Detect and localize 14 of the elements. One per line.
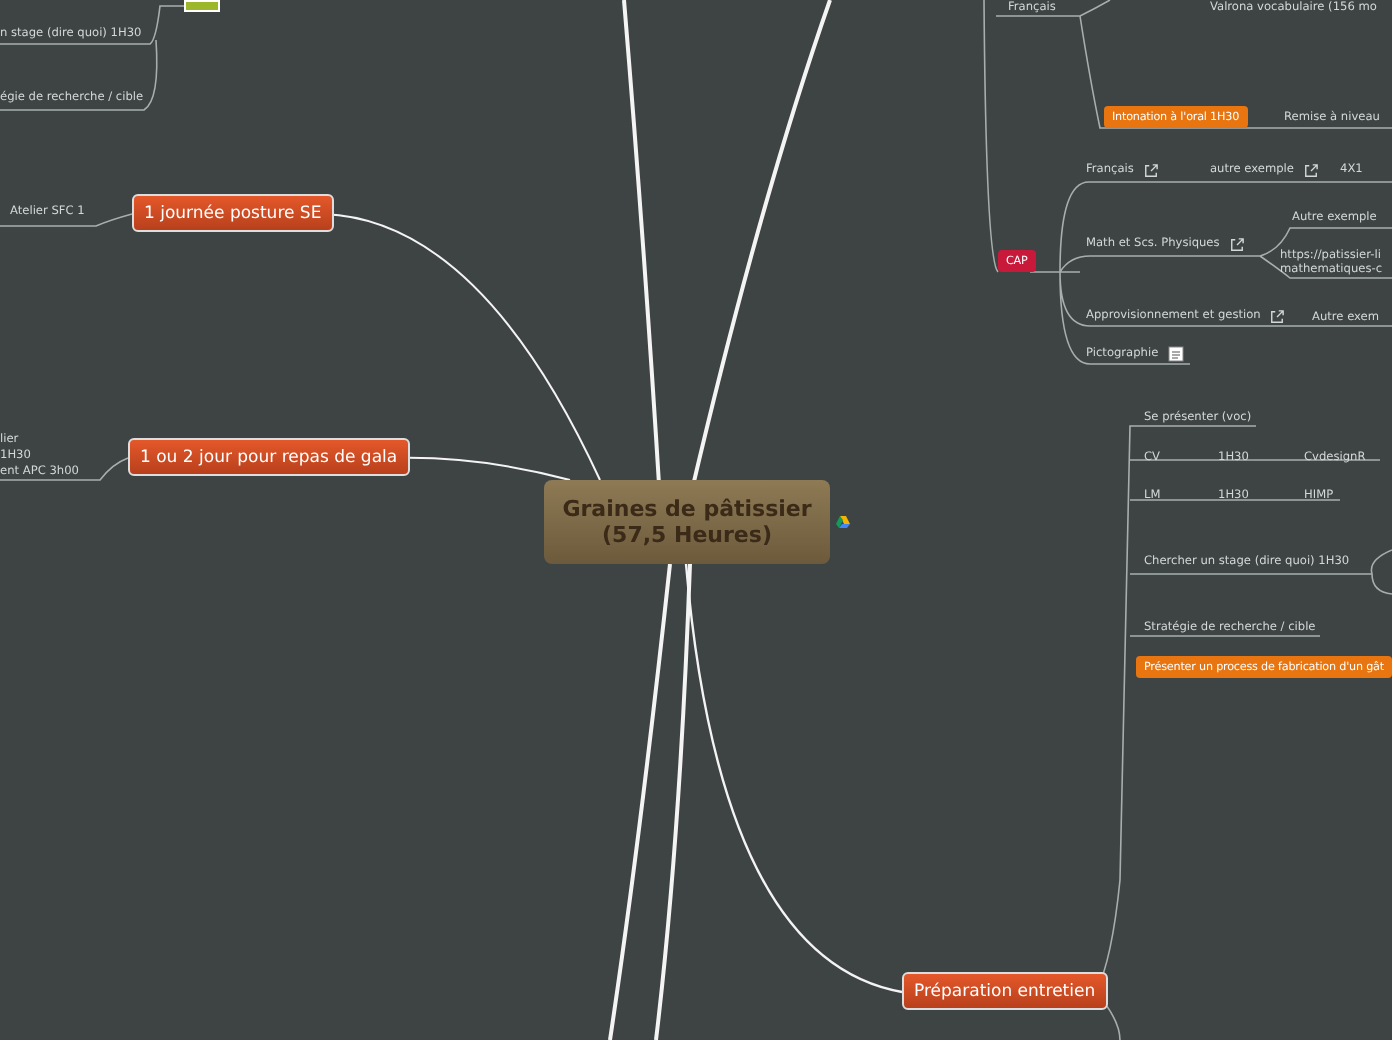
topic-node[interactable]: Préparation entretien xyxy=(902,972,1108,1010)
central-title: Graines de pâtissier xyxy=(562,496,812,522)
document-icon[interactable] xyxy=(1168,346,1185,362)
central-subtitle: (57,5 Heures) xyxy=(602,522,772,548)
external-link-icon[interactable] xyxy=(1303,163,1318,177)
external-link-icon[interactable] xyxy=(1229,237,1244,251)
topic-node[interactable]: 1 ou 2 jour pour repas de gala xyxy=(128,438,410,476)
drive-icon xyxy=(836,516,850,528)
external-link-icon[interactable] xyxy=(1270,309,1285,323)
branch-line xyxy=(0,213,133,227)
branch-line xyxy=(0,457,129,481)
topic-node[interactable]: 1 journée posture SE xyxy=(132,194,334,232)
tag-marker xyxy=(184,0,220,12)
external-link-icon[interactable] xyxy=(1143,163,1158,177)
